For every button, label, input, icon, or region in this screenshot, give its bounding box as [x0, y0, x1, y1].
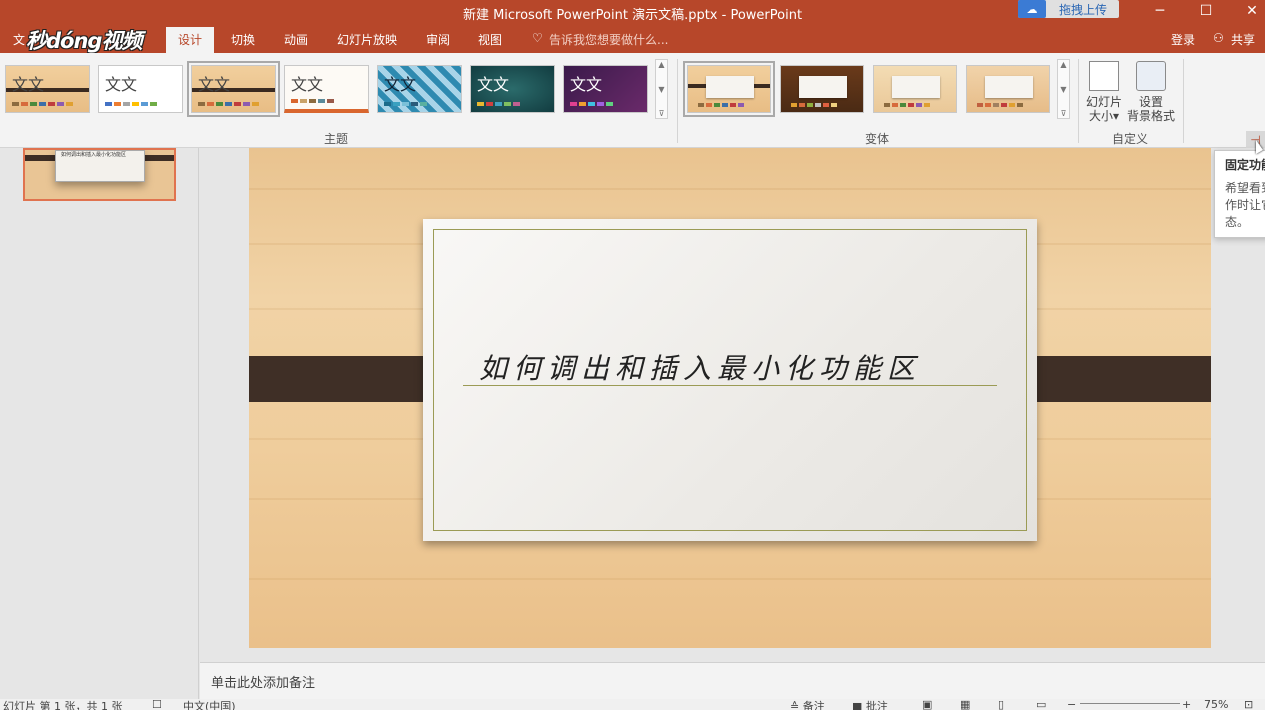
format-bg-line1: 设置 [1138, 95, 1163, 109]
theme-wood[interactable]: 文文 [5, 65, 90, 113]
theme-sample: 文文 [198, 75, 231, 94]
spellcheck-icon[interactable]: ☐ [152, 699, 162, 710]
slide-card: 如何调出和插入最小化功能区 [423, 219, 1037, 541]
format-background-button[interactable]: 设置 背景格式 [1126, 61, 1176, 123]
reading-view-icon[interactable]: ▯ [998, 699, 1004, 710]
pin-ribbon-tooltip: 固定功能区 希望看到 作时让它 态。 [1214, 150, 1265, 238]
ribbon: 文文 文文 文文 文文 文文 文文 文文 ▲ ▼ ⊽ 主题 ▲ ▼ ⊽ 变体 幻… [0, 53, 1265, 148]
title-bar: 新建 Microsoft PowerPoint 演示文稿.pptx - Powe… [0, 0, 1265, 25]
zoom-in-button[interactable]: + [1182, 699, 1191, 710]
tab-file[interactable]: 文 [13, 31, 25, 48]
tab-animations[interactable]: 动画 [284, 31, 308, 48]
theme-berlin[interactable]: 文文 [563, 65, 648, 113]
variant-4[interactable] [966, 65, 1050, 113]
notes-placeholder: 单击此处添加备注 [211, 676, 316, 691]
upload-button[interactable]: ☁ 拖拽上传 [1018, 0, 1119, 18]
notes-toggle-button[interactable]: ≙ 备注 [790, 699, 825, 710]
normal-view-icon[interactable]: ▣ [922, 699, 932, 710]
ribbon-tabs: 文 秒dóng视频 设计 切换 动画 幻灯片放映 审阅 视图 ♡ 告诉我您想要做… [0, 25, 1265, 53]
theme-group-label: 主题 [324, 132, 349, 146]
tab-transitions[interactable]: 切换 [231, 31, 255, 48]
slideshow-icon[interactable]: ▭ [1036, 699, 1046, 710]
tooltip-line3: 态。 [1225, 215, 1250, 229]
customize-group-label: 自定义 [1112, 132, 1149, 146]
slide-canvas[interactable]: 如何调出和插入最小化功能区 [249, 148, 1211, 648]
status-bar: 幻灯片 第 1 张，共 1 张 ☐ 中文(中国) ≙ 备注 ■ 批注 ▣ ▦ ▯… [0, 699, 1265, 710]
slide-size-line2: 大小▾ [1088, 109, 1120, 123]
tooltip-line2: 作时让它 [1225, 198, 1265, 212]
zoom-level[interactable]: 75% [1204, 699, 1228, 710]
lightbulb-icon: ♡ [532, 31, 543, 45]
tab-review[interactable]: 审阅 [426, 31, 450, 48]
signin-link[interactable]: 登录 [1171, 31, 1195, 48]
format-bg-line2: 背景格式 [1126, 109, 1175, 123]
theme-sample: 文文 [570, 75, 603, 94]
variant-2[interactable] [780, 65, 864, 113]
share-button[interactable]: 共享 [1231, 31, 1255, 48]
language-status[interactable]: 中文(中国) [183, 699, 236, 710]
paint-bucket-icon [1136, 61, 1166, 91]
cloud-icon: ☁ [1018, 0, 1046, 18]
thumbnail-title: 如何调出和插入最小化功能区 [61, 152, 127, 158]
slide-count-status: 幻灯片 第 1 张，共 1 张 [3, 700, 123, 710]
variant-1[interactable] [683, 61, 775, 117]
zoom-slider[interactable] [1080, 703, 1180, 704]
tab-view[interactable]: 视图 [478, 31, 502, 48]
theme-facet[interactable]: 文文 [284, 65, 369, 113]
theme-wood-selected[interactable]: 文文 [187, 61, 280, 117]
band-right [1017, 356, 1211, 402]
user-icon: ⚇ [1213, 31, 1224, 45]
maximize-button[interactable]: ☐ [1183, 0, 1229, 22]
theme-sample: 文文 [12, 75, 45, 94]
theme-office[interactable]: 文文 [98, 65, 183, 113]
tab-design[interactable]: 设计 [166, 27, 215, 53]
comments-toggle-button[interactable]: ■ 批注 [852, 699, 888, 710]
tooltip-line1: 希望看到 [1225, 181, 1265, 195]
upload-label: 拖拽上传 [1059, 2, 1108, 17]
watermark-logo: 秒dóng视频 [26, 29, 142, 53]
slide-size-icon [1089, 61, 1119, 91]
slide-size-line1: 幻灯片 [1085, 95, 1122, 109]
fit-slide-icon[interactable]: ⊡ [1244, 699, 1253, 710]
theme-pattern[interactable]: 文文 [377, 65, 462, 113]
themes-scroll[interactable]: ▲ ▼ ⊽ [655, 59, 668, 119]
variants-scroll[interactable]: ▲ ▼ ⊽ [1057, 59, 1070, 119]
tell-me-input[interactable]: 告诉我您想要做什么... [549, 31, 668, 48]
slide-size-button[interactable]: 幻灯片 大小▾ [1084, 61, 1124, 123]
variant-3[interactable] [873, 65, 957, 113]
close-button[interactable]: ✕ [1229, 0, 1265, 22]
notes-pane[interactable]: 单击此处添加备注 [200, 662, 1265, 699]
band-left [249, 356, 443, 402]
mouse-cursor [1256, 140, 1263, 154]
slide-thumbnail-1[interactable]: 如何调出和插入最小化功能区 [23, 148, 176, 201]
minimize-button[interactable]: ─ [1137, 0, 1183, 22]
slide-title[interactable]: 如何调出和插入最小化功能区 [479, 347, 921, 387]
variant-group-label: 变体 [865, 132, 890, 146]
theme-sample: 文文 [477, 75, 510, 94]
slide-sorter-icon[interactable]: ▦ [960, 699, 970, 710]
theme-ion[interactable]: 文文 [470, 65, 555, 113]
theme-sample: 文文 [105, 75, 138, 94]
theme-sample: 文文 [384, 75, 417, 94]
tab-slideshow[interactable]: 幻灯片放映 [337, 31, 397, 48]
theme-sample: 文文 [291, 75, 324, 94]
slide-thumbnail-pane: 如何调出和插入最小化功能区 [0, 148, 199, 699]
tooltip-title: 固定功能区 [1225, 158, 1265, 172]
zoom-out-button[interactable]: − [1067, 699, 1076, 710]
